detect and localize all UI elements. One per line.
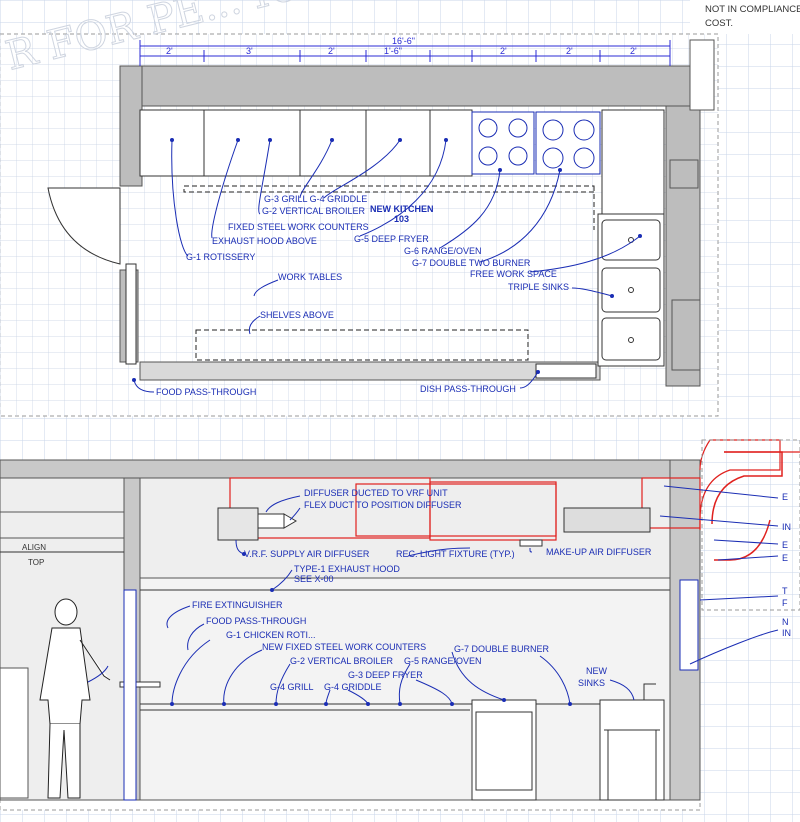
label-free-work-space: FREE WORK SPACE — [470, 269, 557, 279]
label-work-tables: WORK TABLES — [278, 272, 342, 282]
ceiling-band — [0, 459, 701, 479]
triple-sinks — [597, 213, 665, 367]
edge-letter-6: F — [782, 598, 788, 608]
overall-dimension: 16'-6" — [392, 36, 415, 46]
dim-seg-1: 2' — [166, 46, 173, 56]
label-work-counters: FIXED STEEL WORK COUNTERS — [228, 222, 369, 232]
label-fire-extinguisher: FIRE EXTINGUISHER — [192, 600, 283, 610]
label-new-sinks-2: SINKS — [578, 678, 605, 688]
edge-letter-7: N — [782, 617, 789, 627]
label-vertical-broiler-elev: G-2 VERTICAL BROILER — [290, 656, 394, 666]
plan-top-wall — [139, 65, 701, 107]
dim-seg-5: 2' — [500, 46, 507, 56]
dim-seg-7: 2' — [630, 46, 637, 56]
label-deep-fryer-elev: G-3 DEEP FRYER — [348, 670, 423, 680]
label-exhaust-hood-2: SEE X-00 — [294, 574, 334, 584]
elevation: ALIGN TOP E IN E E T F N IN DIFFUSER DUC… — [0, 439, 800, 811]
edge-letter-8: IN — [782, 628, 791, 638]
floor-plan: R FOR PE... ION OF PL... 16'-6" 2' 3' 2' — [0, 0, 719, 417]
dim-seg-4: 1'-6" — [384, 46, 402, 56]
dish-pass-opening — [535, 363, 597, 379]
dim-seg-3: 2' — [328, 46, 335, 56]
label-flex-duct: FLEX DUCT TO POSITION DIFFUSER — [304, 500, 462, 510]
edge-letter-5: T — [782, 586, 788, 596]
label-vertical-broiler: G-2 VERTICAL BROILER — [262, 206, 366, 216]
label-range-oven-elev: G-5 RANGE/OVEN — [404, 656, 482, 666]
label-diffuser-ducted: DIFFUSER DUCTED TO VRF UNIT — [304, 488, 448, 498]
label-makeup-air: MAKE-UP AIR DIFFUSER — [546, 547, 652, 557]
label-chicken-roti: G-1 CHICKEN ROTI... — [226, 630, 316, 640]
label-food-pass: FOOD PASS-THROUGH — [156, 387, 256, 397]
label-light-fixture: REC. LIGHT FIXTURE (TYP.) — [396, 549, 515, 559]
left-room-door — [0, 667, 29, 799]
label-griddle-elev: G-4 GRIDDLE — [324, 682, 382, 692]
compliance-note-line-2: COST. — [705, 18, 733, 29]
label-dish-pass: DISH PASS-THROUGH — [420, 384, 516, 394]
room-name: NEW KITCHEN — [370, 204, 434, 214]
plan-bottom-wall — [139, 361, 601, 381]
makeup-air-unit — [563, 507, 651, 533]
vrf-diffuser-neck — [257, 513, 285, 529]
plan-left-wall — [119, 65, 143, 187]
align-top-line-1: ALIGN — [22, 543, 46, 552]
edge-letter-1: E — [782, 492, 788, 502]
label-rotisserie: G-1 ROTISSERY — [186, 252, 255, 262]
plan-right-block-1 — [669, 159, 699, 189]
dim-seg-6: 2' — [566, 46, 573, 56]
kitchen-drawing-sheet: NOT IN COMPLIANCE COST. R FOR PE... ION … — [0, 0, 800, 822]
label-double-burner: G-7 DOUBLE TWO BURNER — [412, 258, 531, 268]
plan-right-column — [689, 39, 715, 111]
compliance-note: NOT IN COMPLIANCE COST. — [690, 0, 800, 34]
kitchen-wall — [139, 577, 671, 801]
compliance-note-line-1: NOT IN COMPLIANCE — [705, 4, 800, 15]
label-vrf-supply: V.R.F. SUPPLY AIR DIFFUSER — [244, 549, 370, 559]
fire-extinguisher-cabinet — [123, 589, 137, 801]
vrf-diffuser-box — [217, 507, 259, 541]
range-burners — [471, 111, 601, 175]
label-new-sinks-1: NEW — [586, 666, 608, 676]
label-double-burner-elev: G-7 DOUBLE BURNER — [454, 644, 550, 654]
align-top-line-2: TOP — [28, 558, 44, 567]
label-shelves-above: SHELVES ABOVE — [260, 310, 334, 320]
sink-body — [599, 699, 665, 801]
label-exhaust-hood: EXHAUST HOOD ABOVE — [212, 236, 317, 246]
light-fixture — [519, 539, 543, 547]
room-number: 103 — [394, 214, 409, 224]
label-triple-sinks: TRIPLE SINKS — [508, 282, 569, 292]
food-pass-opening — [125, 263, 137, 365]
dim-seg-2: 3' — [246, 46, 253, 56]
label-new-counters: NEW FIXED STEEL WORK COUNTERS — [262, 642, 426, 652]
plan-right-block-2 — [671, 299, 701, 371]
label-exhaust-hood-1: TYPE-1 EXHAUST HOOD — [294, 564, 400, 574]
label-deep-fryer: G-5 DEEP FRYER — [354, 234, 429, 244]
label-food-pass-elev: FOOD PASS-THROUGH — [206, 616, 306, 626]
label-range-oven: G-6 RANGE/OVEN — [404, 246, 482, 256]
edge-letter-2: IN — [782, 522, 791, 532]
edge-letter-4: E — [782, 553, 788, 563]
label-grill-elev: G-4 GRILL — [270, 682, 314, 692]
edge-letter-3: E — [782, 540, 788, 550]
label-grill-griddle: G-3 GRILL G-4 GRIDDLE — [264, 194, 367, 204]
right-inner-panel — [679, 579, 699, 671]
